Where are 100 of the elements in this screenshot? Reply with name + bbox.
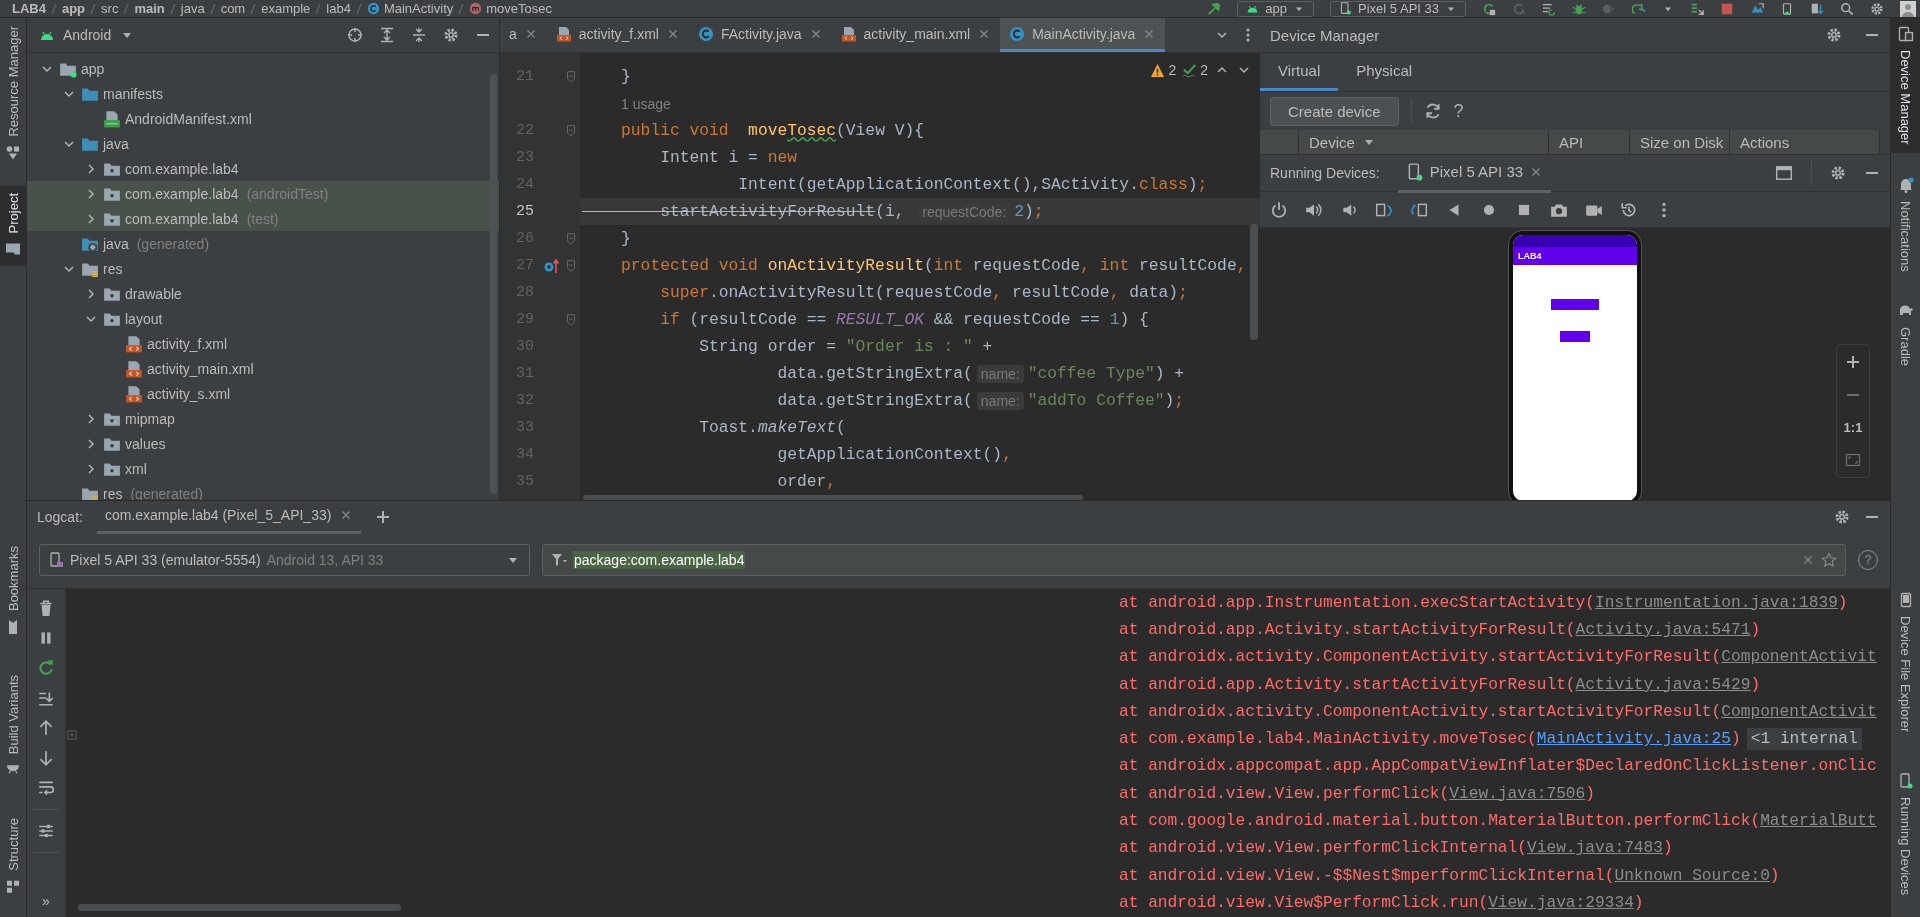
refresh-icon[interactable] (1423, 102, 1442, 120)
tool-window-button[interactable]: Build Variants (0, 667, 26, 787)
locate-icon[interactable] (347, 27, 363, 43)
breadcrumb-item[interactable]: moveTosec (469, 1, 552, 16)
settings-icon[interactable] (443, 27, 459, 43)
tree-item[interactable]: values (27, 431, 499, 456)
apply-changes-icon[interactable] (1482, 1, 1496, 16)
stop-icon[interactable] (1720, 1, 1734, 16)
more-button[interactable]: » (42, 893, 50, 909)
history-icon[interactable] (1620, 200, 1638, 219)
settings-icon[interactable] (1870, 1, 1884, 16)
editor-tab[interactable]: MainActivity.java (1000, 18, 1166, 52)
tool-window-button[interactable]: Device File Explorer (1891, 584, 1920, 741)
fold-marker-icon[interactable] (564, 123, 578, 138)
power-icon[interactable] (1270, 200, 1288, 219)
tool-window-button[interactable]: Resource Manager (0, 18, 26, 169)
tab[interactable]: Physical (1338, 53, 1431, 91)
tree-item[interactable]: com.example.lab4 (27, 156, 499, 181)
zoom-in-icon[interactable] (1845, 353, 1861, 370)
settings-icon[interactable] (1830, 165, 1846, 181)
source-link[interactable]: ComponentActivit (1721, 648, 1877, 667)
tab[interactable]: Virtual (1260, 53, 1339, 91)
arrow-down-icon[interactable] (37, 749, 55, 767)
scrollbar[interactable] (78, 904, 401, 911)
deploy-icon[interactable] (1690, 1, 1704, 16)
tree-item[interactable]: activity_f.xml (27, 331, 499, 356)
trash-icon[interactable] (37, 599, 55, 617)
source-link[interactable]: View.java:7483 (1527, 839, 1663, 858)
sdk-manager-icon[interactable] (1810, 1, 1824, 16)
device-selector[interactable]: Pixel 5 API 33 (emulator-5554) Android 13, API 33 (39, 544, 530, 576)
avatar-icon[interactable] (1900, 0, 1916, 17)
warnings-indicator[interactable]: 2 (1150, 62, 1177, 78)
expand-all-icon[interactable] (379, 27, 395, 43)
structure-icon[interactable] (5, 879, 21, 895)
device-tab[interactable]: Pixel 5 API 33 (1397, 153, 1552, 193)
tool-window-button[interactable]: Notifications (1891, 168, 1920, 280)
project-view-dropdown[interactable]: Android (39, 27, 136, 43)
tree-item[interactable]: res (27, 256, 499, 281)
column-header[interactable]: Actions (1730, 130, 1880, 154)
source-link[interactable]: Activity.java:5471 (1575, 620, 1751, 639)
scrollbar[interactable] (1250, 224, 1258, 340)
breadcrumb-item[interactable]: com (220, 1, 246, 16)
tree-item[interactable]: layout (27, 306, 499, 331)
breadcrumb-item[interactable]: MainActivity (366, 1, 454, 16)
source-link[interactable]: View.java:29334 (1488, 893, 1634, 912)
source-link[interactable]: Instrumentation.java:1839 (1595, 593, 1838, 612)
create-device-button[interactable]: Create device (1270, 96, 1399, 126)
device-manager-icon[interactable] (1780, 1, 1794, 16)
attach-debugger-icon[interactable] (1632, 1, 1646, 16)
breadcrumb-item[interactable]: java (180, 1, 205, 16)
breadcrumb-item[interactable]: main (134, 1, 165, 16)
shapes-icon[interactable] (5, 144, 21, 161)
settings-icon[interactable] (1834, 508, 1850, 525)
source-link[interactable]: Activity.java:5429 (1575, 675, 1751, 694)
breadcrumb-item[interactable]: lab4 (326, 1, 351, 16)
source-link[interactable]: ComponentActivit (1721, 702, 1877, 721)
add-icon[interactable] (375, 508, 392, 525)
fold-marker-icon[interactable] (564, 231, 578, 246)
settings-icon[interactable] (1826, 27, 1842, 43)
column-header[interactable]: Size on Disk (1630, 130, 1730, 154)
source-link[interactable]: MaterialButt (1760, 812, 1877, 830)
zoom-reset-button[interactable]: 1:1 (1843, 420, 1863, 436)
tree-item[interactable]: java (27, 131, 499, 156)
device-manager-icon[interactable] (1897, 26, 1914, 42)
column-header[interactable]: Device (1299, 130, 1549, 154)
tree-item[interactable]: manifests (27, 81, 499, 106)
help-button[interactable]: ? (1453, 100, 1464, 122)
tree-item[interactable]: xml (27, 456, 499, 481)
star-icon[interactable] (1821, 552, 1837, 568)
source-link[interactable]: MainActivity.java:25 (1536, 730, 1731, 749)
tool-window-button[interactable]: Running Devices (1891, 764, 1920, 903)
folded-frames[interactable]: <1 internal (1746, 728, 1862, 751)
logcat-tab[interactable]: com.example.lab4 (Pixel_5_API_33) (96, 501, 362, 534)
editor-tab[interactable]: activity_main.xml (831, 18, 1001, 52)
editor-tab[interactable]: activity_f.xml (546, 18, 689, 52)
source-link[interactable]: Unknown Source:0 (1614, 866, 1770, 885)
editor-tab[interactable]: a (500, 18, 547, 52)
fold-marker-icon[interactable] (564, 312, 578, 327)
run-configuration-dropdown[interactable]: app (1237, 0, 1315, 17)
filter-settings-icon[interactable] (37, 822, 55, 840)
fit-screen-icon[interactable] (1845, 452, 1861, 469)
typos-indicator[interactable]: 2 (1182, 62, 1208, 78)
source-link[interactable]: View.java:7506 (1449, 784, 1586, 803)
tool-window-button[interactable]: Device Manager (1891, 18, 1920, 153)
fold-marker-icon[interactable] (564, 258, 578, 273)
column-header[interactable]: API (1549, 130, 1630, 154)
search-icon[interactable] (1840, 1, 1854, 16)
breadcrumb-item[interactable]: LAB4 (12, 1, 46, 16)
filter-field[interactable]: package:com.example.lab4 (542, 544, 1846, 576)
window-icon[interactable] (1775, 164, 1793, 182)
collapse-all-icon[interactable] (411, 27, 427, 43)
editor-tab[interactable]: FActivity.java (688, 18, 832, 52)
breadcrumb-item[interactable]: src (101, 1, 119, 16)
tree-item[interactable]: activity_s.xml (27, 381, 499, 406)
tree-item[interactable]: AndroidManifest.xml (27, 106, 499, 131)
device-dropdown[interactable]: Pixel 5 API 33 (1330, 0, 1466, 17)
hammer-icon[interactable] (1207, 1, 1222, 16)
breadcrumb-item[interactable]: example (261, 1, 311, 16)
tree-item[interactable]: mipmap (27, 406, 499, 431)
restart-icon[interactable] (37, 659, 55, 677)
